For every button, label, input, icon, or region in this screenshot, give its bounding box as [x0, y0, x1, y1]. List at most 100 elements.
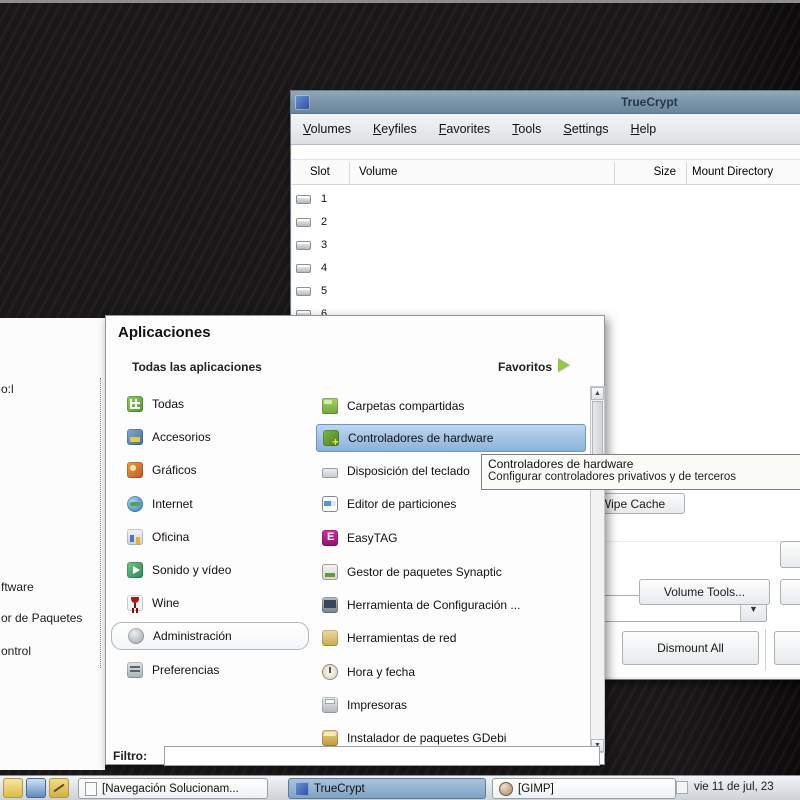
- select-device-button-partial[interactable]: [780, 579, 800, 605]
- category-sonido-y-video[interactable]: Sonido y vídeo: [118, 556, 314, 584]
- favorites-arrow-icon[interactable]: [558, 358, 570, 372]
- category-internet[interactable]: Internet: [118, 490, 314, 518]
- category-label: Wine: [152, 596, 179, 610]
- slot-number: 3: [321, 239, 327, 251]
- task-label: [GIMP]: [518, 783, 554, 795]
- app-label: Disposición del teclado: [347, 464, 470, 478]
- column-size[interactable]: Size: [632, 166, 676, 178]
- menu-scrollbar[interactable]: ▲ ▼: [590, 386, 605, 753]
- column-slot[interactable]: Slot: [310, 166, 330, 178]
- dotted-divider: [100, 378, 101, 668]
- slot-row[interactable]: 2: [296, 212, 496, 232]
- column-separator: [349, 162, 350, 184]
- launcher-icon-2[interactable]: [26, 778, 46, 798]
- category-wine[interactable]: Wine: [118, 589, 314, 617]
- page-icon: [85, 782, 97, 796]
- drive-icon: [296, 241, 311, 250]
- column-separator: [614, 162, 615, 184]
- app-label: Instalador de paquetes GDebi: [347, 731, 506, 745]
- task-navegacion[interactable]: [Navegación Solucionam...: [78, 778, 268, 799]
- truecrypt-icon: [295, 782, 309, 796]
- app-label: Editor de particiones: [347, 497, 456, 511]
- dismount-all-button[interactable]: Dismount All: [622, 631, 759, 665]
- internet-icon: [127, 496, 143, 512]
- app-label: Gestor de paquetes Synaptic: [347, 565, 502, 579]
- app-label: Herramientas de red: [347, 631, 456, 645]
- column-separator: [686, 162, 687, 184]
- category-preferencias[interactable]: Preferencias: [118, 656, 314, 684]
- category-label: Gráficos: [152, 463, 197, 477]
- volume-tools-button[interactable]: Volume Tools...: [639, 579, 770, 605]
- slot-number: 5: [321, 285, 327, 297]
- app-herramienta-de-configuracion[interactable]: Herramienta de Configuración ...: [316, 591, 586, 619]
- favorites-link[interactable]: Favoritos: [498, 360, 552, 374]
- menu-tools[interactable]: Tools: [512, 122, 541, 136]
- task-label: [Navegación Solucionam...: [102, 783, 239, 795]
- column-volume[interactable]: Volume: [359, 166, 397, 178]
- all-applications-header[interactable]: Todas las aplicaciones: [132, 360, 262, 374]
- time-date-icon: [322, 664, 338, 680]
- drive-icon: [296, 195, 311, 204]
- menu-favorites[interactable]: Favorites: [439, 122, 490, 136]
- app-easytag[interactable]: EasyTAG: [316, 524, 586, 552]
- hardware-drivers-icon: [323, 430, 339, 446]
- launcher-icon-3[interactable]: [49, 778, 69, 798]
- app-label: Impresoras: [347, 698, 407, 712]
- exit-button-partial[interactable]: [774, 631, 800, 665]
- category-oficina[interactable]: Oficina: [118, 523, 314, 551]
- slot-row[interactable]: 3: [296, 235, 496, 255]
- button-divider: [765, 629, 766, 671]
- top-edge-strip: [0, 0, 800, 3]
- slot-number: 2: [321, 216, 327, 228]
- app-gestor-de-paquetes-synaptic[interactable]: Gestor de paquetes Synaptic: [316, 558, 586, 586]
- tray-icon[interactable]: [676, 781, 688, 794]
- select-file-button-partial[interactable]: [780, 541, 800, 568]
- app-label: Controladores de hardware: [348, 431, 493, 445]
- applications-menu: Aplicaciones Todas las aplicaciones Favo…: [105, 315, 605, 765]
- menu-volumes[interactable]: Volumes: [303, 122, 351, 136]
- drive-icon: [296, 287, 311, 296]
- category-accesorios[interactable]: Accesorios: [118, 423, 314, 451]
- category-label: Administración: [153, 629, 232, 643]
- launcher-icon-1[interactable]: [3, 778, 23, 798]
- administration-icon: [128, 628, 144, 644]
- partial-text: ftware: [1, 580, 34, 594]
- app-controladores-de-hardware[interactable]: Controladores de hardware: [316, 424, 586, 452]
- partial-text: or de Paquetes: [1, 611, 82, 625]
- column-mount-directory[interactable]: Mount Directory: [692, 166, 773, 178]
- app-editor-de-particiones[interactable]: Editor de particiones: [316, 490, 586, 518]
- config-tool-icon: [322, 597, 338, 613]
- titlebar[interactable]: TrueCrypt: [291, 91, 800, 114]
- scroll-up-icon[interactable]: ▲: [591, 387, 604, 400]
- app-label: EasyTAG: [347, 531, 397, 545]
- slot-number: 1: [321, 193, 327, 205]
- slot-row[interactable]: 1: [296, 189, 496, 209]
- menu-keyfiles[interactable]: Keyfiles: [373, 122, 417, 136]
- synaptic-icon: [322, 564, 338, 580]
- partition-editor-icon: [322, 496, 338, 512]
- category-graficos[interactable]: Gráficos: [118, 456, 314, 484]
- gdebi-icon: [322, 730, 338, 746]
- network-tools-icon: [322, 630, 338, 646]
- filter-label: Filtro:: [113, 749, 147, 763]
- window-title: TrueCrypt: [621, 95, 678, 109]
- category-administracion[interactable]: Administración: [111, 622, 309, 650]
- gimp-icon: [499, 782, 513, 796]
- app-label: Hora y fecha: [347, 665, 415, 679]
- menu-help[interactable]: Help: [631, 122, 657, 136]
- app-herramientas-de-red[interactable]: Herramientas de red: [316, 624, 586, 652]
- task-truecrypt[interactable]: TrueCrypt: [288, 778, 486, 799]
- filter-input[interactable]: [164, 746, 600, 766]
- task-gimp[interactable]: [GIMP]: [492, 778, 676, 799]
- printers-icon: [322, 697, 338, 713]
- app-hora-y-fecha[interactable]: Hora y fecha: [316, 658, 586, 686]
- category-todas[interactable]: Todas: [118, 390, 314, 418]
- list-header[interactable]: Slot Volume Size Mount Directory: [292, 159, 800, 185]
- clock[interactable]: vie 11 de jul, 23: [694, 781, 800, 793]
- app-impresoras[interactable]: Impresoras: [316, 691, 586, 719]
- slot-row[interactable]: 5: [296, 281, 496, 301]
- graphics-icon: [127, 462, 143, 478]
- app-carpetas-compartidas[interactable]: Carpetas compartidas: [316, 392, 586, 420]
- menu-settings[interactable]: Settings: [563, 122, 608, 136]
- slot-row[interactable]: 4: [296, 258, 496, 278]
